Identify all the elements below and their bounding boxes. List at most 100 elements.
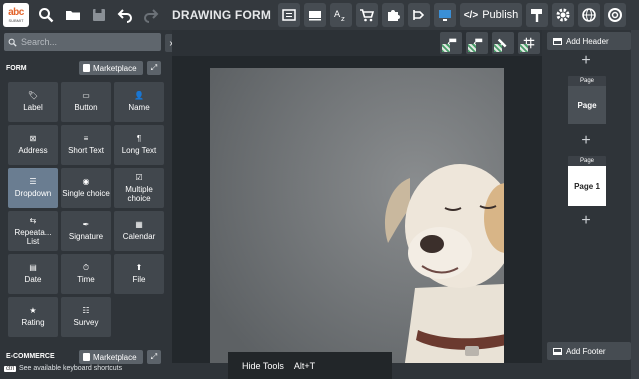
page-thumb-title: Page (579, 78, 594, 84)
globe-icon[interactable] (578, 3, 600, 27)
add-page-plus-icon[interactable]: + (579, 53, 593, 69)
time-icon: ⏱ (82, 263, 90, 272)
layout-icon[interactable] (304, 3, 326, 27)
element-label: Button (74, 103, 98, 112)
element-date[interactable]: ▤ Date (8, 254, 58, 294)
app-logo[interactable]: abc SUBMIT (3, 3, 29, 27)
element-short-text[interactable]: ≡ Short Text (61, 125, 111, 165)
long-text-icon: ¶ (136, 134, 142, 143)
element-label: Time (77, 275, 95, 284)
folder-icon[interactable] (62, 3, 84, 27)
element-repeata-list[interactable]: ⇆ Repeata... List (8, 211, 58, 251)
search-input[interactable] (21, 37, 151, 47)
multiple-choice-icon: ☑ (135, 172, 143, 182)
element-label: Short Text (68, 146, 104, 155)
add-header-label: Add Header (566, 36, 609, 46)
ctrl-key: ctrl (4, 365, 16, 372)
address-icon: ⊠ (29, 134, 37, 143)
hide-tools-bar[interactable]: Hide Tools Alt+T (228, 352, 392, 379)
draw-pen-tool-icon[interactable] (466, 32, 488, 54)
short-text-icon: ≡ (83, 134, 89, 143)
hide-tools-shortcut: Alt+T (293, 360, 316, 371)
add-footer-button[interactable]: Add Footer (547, 342, 631, 360)
page-thumbnail-active[interactable]: Page Page 1 (568, 156, 606, 206)
book-icon (83, 64, 90, 72)
draw-edit-tool-icon[interactable] (492, 32, 514, 54)
undo-icon[interactable] (114, 3, 136, 27)
element-label: Date (24, 275, 42, 284)
element-address[interactable]: ⊠ Address (8, 125, 58, 165)
ecommerce-marketplace-button[interactable]: Marketplace (79, 350, 143, 364)
ecommerce-section-label: E-COMMERCE (6, 353, 55, 360)
add-page-plus-icon[interactable]: + (579, 213, 593, 229)
element-label: Signature (68, 232, 104, 241)
element-file[interactable]: ⬆ File (114, 254, 164, 294)
element-label: Address (18, 146, 48, 155)
publish-label: Publish (482, 9, 519, 21)
element-time[interactable]: ⏱ Time (61, 254, 111, 294)
dropdown-icon: ☰ (29, 177, 37, 186)
marketplace-button[interactable]: Marketplace (79, 61, 143, 75)
drawing-toolbar (172, 30, 542, 56)
search-icon (8, 38, 17, 47)
form-drawing-board[interactable] (210, 68, 504, 363)
publish-button[interactable]: </> Publish (460, 3, 522, 27)
form-icon[interactable] (278, 3, 300, 27)
form-section-label: FORM (6, 65, 27, 72)
element-calendar[interactable]: ▦ Calendar (114, 211, 164, 251)
draw-line-tool-icon[interactable] (440, 32, 462, 54)
save-icon[interactable] (88, 3, 110, 27)
element-label[interactable]: 🏷 Label (8, 82, 58, 122)
element-label: Name (128, 103, 150, 112)
logic-icon[interactable] (408, 3, 430, 27)
cart-icon[interactable] (356, 3, 378, 27)
label-icon: 🏷 (27, 91, 39, 100)
element-multiple-choice[interactable]: ☑ Multiple choice (114, 168, 164, 208)
expand-icon[interactable]: ⤢ (147, 61, 161, 75)
translate-icon[interactable]: Az (330, 3, 352, 27)
page-thumbnail[interactable]: Page Page (568, 76, 606, 124)
element-label: Calendar (122, 232, 156, 241)
element-long-text[interactable]: ¶ Long Text (114, 125, 164, 165)
footer-icon (553, 347, 562, 355)
element-signature[interactable]: ✒ Signature (61, 211, 111, 251)
panel-scrollbar[interactable] (631, 30, 639, 379)
keyboard-shortcuts-link[interactable]: ctrl See available keyboard shortcuts (4, 365, 122, 372)
preview-icon[interactable] (434, 3, 456, 27)
element-label: Long Text (121, 146, 157, 155)
page-thumb-title: Page (579, 158, 594, 164)
search-icon[interactable] (35, 3, 57, 27)
rating-icon: ★ (29, 306, 37, 315)
repeata-list-icon: ⇆ (29, 215, 37, 225)
element-sidebar: › FORM Marketplace ⤢ 🏷Label▭Button👤Name⊠… (0, 30, 177, 379)
calendar-icon: ▦ (135, 220, 143, 229)
svg-text:A: A (334, 10, 341, 20)
element-rating[interactable]: ★ Rating (8, 297, 58, 337)
pages-panel: Add Header + Page Page + Page Page 1 + A… (543, 30, 639, 379)
element-single-choice[interactable]: ◉ Single choice (61, 168, 111, 208)
search-field[interactable] (4, 33, 161, 51)
element-name[interactable]: 👤 Name (114, 82, 164, 122)
drawing-canvas[interactable] (172, 30, 542, 363)
puzzle-icon[interactable] (382, 3, 404, 27)
signature-icon: ✒ (82, 220, 90, 229)
date-icon: ▤ (29, 263, 37, 272)
element-button[interactable]: ▭ Button (61, 82, 111, 122)
add-footer-label: Add Footer (566, 346, 606, 356)
marketplace-label: Marketplace (93, 352, 137, 362)
paint-icon[interactable] (526, 3, 548, 27)
add-page-plus-icon[interactable]: + (579, 133, 593, 149)
element-dropdown[interactable]: ☰ Dropdown (8, 168, 58, 208)
element-label: Survey (73, 318, 99, 327)
add-header-button[interactable]: Add Header (547, 32, 631, 50)
help-icon[interactable] (604, 3, 626, 27)
element-survey[interactable]: ☷ Survey (61, 297, 111, 337)
element-label: Dropdown (14, 189, 52, 198)
grid-tool-icon[interactable] (518, 32, 540, 54)
expand-icon[interactable]: ⤢ (147, 350, 161, 364)
redo-icon[interactable] (140, 3, 162, 27)
code-icon: </> (463, 9, 479, 21)
gear-icon[interactable] (552, 3, 574, 27)
element-label: Rating (21, 318, 45, 327)
svg-text:z: z (341, 15, 345, 23)
